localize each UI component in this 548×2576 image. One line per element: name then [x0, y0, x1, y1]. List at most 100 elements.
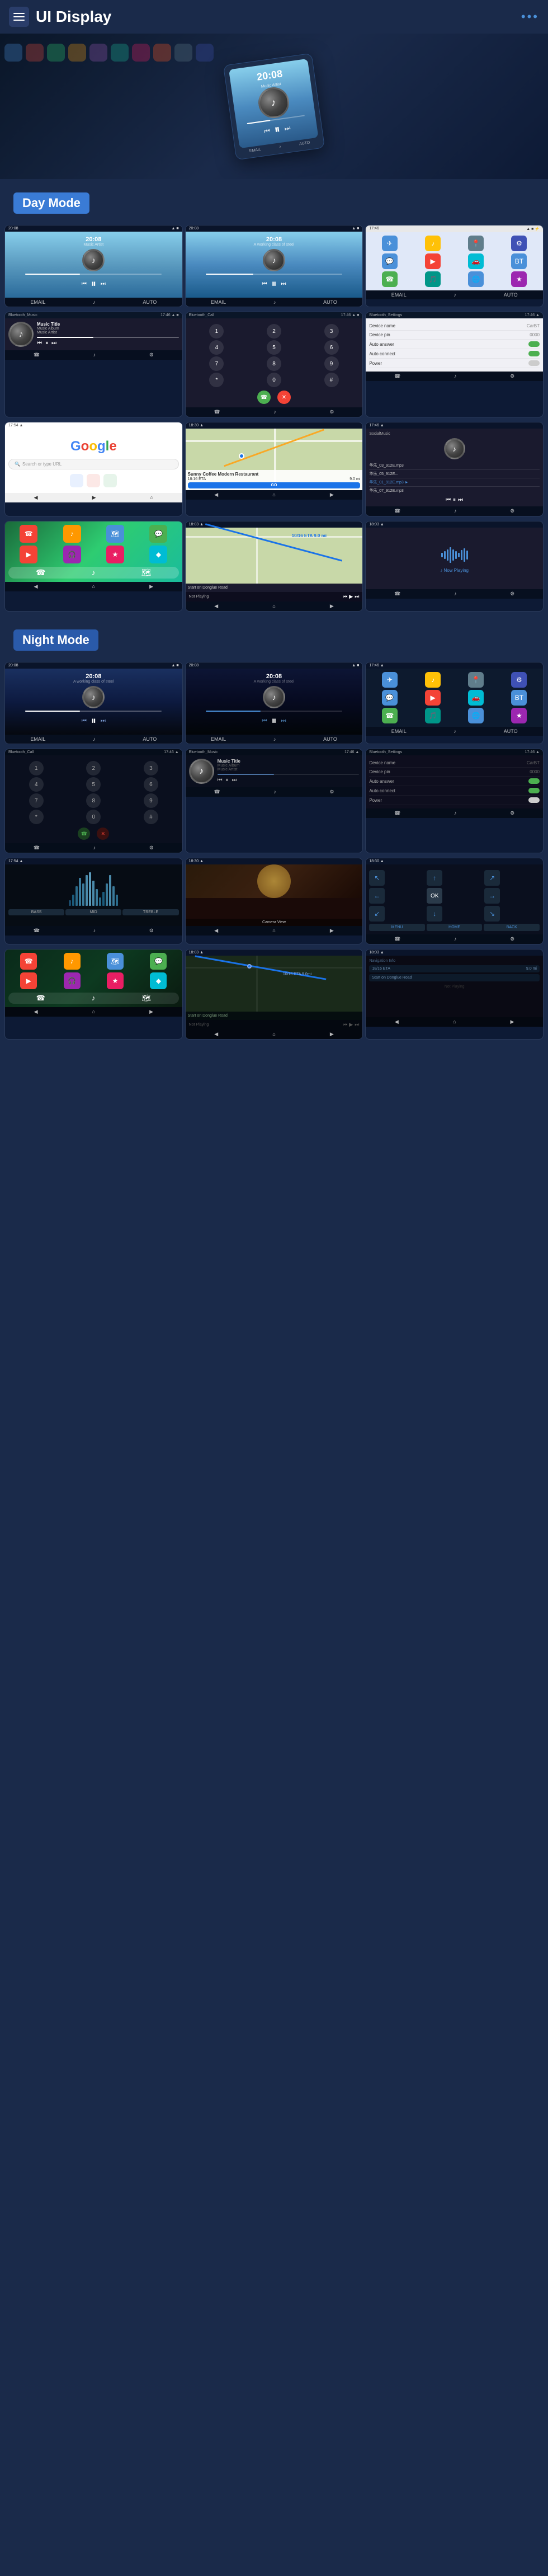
- night-map-play[interactable]: ▶: [349, 1022, 353, 1028]
- func-1[interactable]: MENU: [369, 924, 425, 931]
- night-key-0[interactable]: 0: [86, 810, 101, 824]
- night-call-btn[interactable]: ☎: [78, 828, 90, 840]
- night-key-5[interactable]: 5: [86, 777, 101, 792]
- app-wechat[interactable]: 💬: [382, 253, 398, 269]
- bt-next[interactable]: ⏭: [51, 340, 56, 346]
- night-app-ex[interactable]: ★: [511, 708, 527, 723]
- night-app-tel[interactable]: ✈: [382, 672, 398, 688]
- night-iphone-phone[interactable]: ☎: [20, 953, 37, 970]
- shortcut-2[interactable]: [87, 474, 100, 487]
- power-toggle[interactable]: [528, 360, 540, 366]
- app-browser[interactable]: 🌐: [468, 271, 484, 287]
- key-5[interactable]: 5: [267, 340, 281, 355]
- night-iphone-maps[interactable]: 🗺: [107, 953, 124, 970]
- bt-play[interactable]: ⏸: [45, 340, 48, 346]
- night-app-wechat[interactable]: 💬: [382, 690, 398, 706]
- key-7[interactable]: 7: [209, 356, 224, 371]
- night-dock-maps[interactable]: 🗺: [142, 994, 152, 1003]
- night-iphone-msg[interactable]: 💬: [150, 953, 167, 970]
- app-settings[interactable]: ⚙: [511, 236, 527, 251]
- play-pause[interactable]: ⏸: [453, 497, 456, 503]
- night-app-br[interactable]: 🌐: [468, 708, 484, 723]
- app-bt[interactable]: BT: [511, 253, 527, 269]
- key-3[interactable]: 3: [324, 324, 339, 339]
- night-key-6[interactable]: 6: [144, 777, 158, 792]
- night-dock-music[interactable]: ♪: [92, 994, 96, 1003]
- app-vehicle[interactable]: 🚗: [468, 253, 484, 269]
- nav-center[interactable]: OK: [427, 888, 442, 904]
- nav-up[interactable]: ↑: [427, 870, 442, 886]
- func-2[interactable]: HOME: [427, 924, 483, 931]
- night-iphone-music[interactable]: ♪: [64, 953, 81, 970]
- night-key-1[interactable]: 1: [29, 761, 44, 775]
- bt-prev[interactable]: ⏮: [37, 340, 42, 346]
- night-key-9[interactable]: 9: [144, 793, 158, 808]
- key-star[interactable]: *: [209, 373, 224, 387]
- night-map-next[interactable]: ⏭: [355, 1022, 359, 1028]
- iphone-yt[interactable]: ▶: [20, 546, 37, 563]
- auto-answer-toggle[interactable]: [528, 341, 540, 347]
- func-3[interactable]: BACK: [484, 924, 540, 931]
- nav-down-left[interactable]: ↙: [369, 906, 385, 922]
- nav-down[interactable]: ↓: [427, 906, 442, 922]
- night-bt-prev[interactable]: ⏮: [218, 777, 223, 783]
- iphone-app2[interactable]: ◆: [149, 546, 167, 563]
- night-end-btn[interactable]: ✕: [97, 828, 109, 840]
- route-prev[interactable]: ⏮: [343, 594, 347, 600]
- key-4[interactable]: 4: [209, 340, 224, 355]
- app-extra[interactable]: ★: [511, 271, 527, 287]
- key-9[interactable]: 9: [324, 356, 339, 371]
- menu-button[interactable]: [9, 7, 29, 27]
- key-0[interactable]: 0: [267, 373, 281, 387]
- night-app-maps[interactable]: 📍: [468, 672, 484, 688]
- key-1[interactable]: 1: [209, 324, 224, 339]
- night-key-2[interactable]: 2: [86, 761, 101, 775]
- route-play[interactable]: ▶: [349, 594, 353, 600]
- night-auto-answer-toggle[interactable]: [528, 778, 540, 784]
- end-btn[interactable]: ✕: [277, 391, 291, 404]
- key-6[interactable]: 6: [324, 340, 339, 355]
- google-search-bar[interactable]: 🔍 Search or type URL: [8, 459, 179, 469]
- dock-phone[interactable]: ☎: [36, 568, 45, 577]
- night-app-bt[interactable]: BT: [511, 690, 527, 706]
- iphone-music[interactable]: ♪: [63, 525, 81, 543]
- call-btn[interactable]: ☎: [257, 391, 271, 404]
- shortcut-1[interactable]: [70, 474, 83, 487]
- eq-btn-3[interactable]: TREBLE: [122, 909, 178, 915]
- iphone-maps[interactable]: 🗺: [106, 525, 124, 543]
- app-maps[interactable]: 📍: [468, 236, 484, 251]
- nav-up-left[interactable]: ↖: [369, 870, 385, 886]
- dock-maps[interactable]: 🗺: [141, 568, 152, 577]
- night-app-yt[interactable]: ▶: [425, 690, 441, 706]
- night-map-prev[interactable]: ⏮: [343, 1022, 347, 1028]
- iphone-msg[interactable]: 💬: [149, 525, 167, 543]
- night-iphone-a1[interactable]: ★: [107, 972, 124, 989]
- nav-left[interactable]: ←: [369, 888, 385, 904]
- dock-music[interactable]: ♪: [92, 568, 96, 577]
- nav-right[interactable]: →: [484, 888, 500, 904]
- night-key-star[interactable]: *: [29, 810, 44, 824]
- night-iphone-a2[interactable]: ◆: [150, 972, 167, 989]
- night-bt-next[interactable]: ⏭: [232, 777, 237, 783]
- night-iphone-yt[interactable]: ▶: [20, 972, 37, 989]
- night-power-toggle[interactable]: [528, 797, 540, 803]
- night-key-hash[interactable]: #: [144, 810, 158, 824]
- app-spotify[interactable]: 🎵: [425, 271, 441, 287]
- nav-up-right[interactable]: ↗: [484, 870, 500, 886]
- app-music[interactable]: ♪: [425, 236, 441, 251]
- key-hash[interactable]: #: [324, 373, 339, 387]
- app-telegram[interactable]: ✈: [382, 236, 398, 251]
- night-app-sp[interactable]: 🎵: [425, 708, 441, 723]
- night-app-car[interactable]: 🚗: [468, 690, 484, 706]
- night-app-music[interactable]: ♪: [425, 672, 441, 688]
- play-prev[interactable]: ⏮: [446, 497, 451, 503]
- eq-btn-1[interactable]: BASS: [8, 909, 64, 915]
- app-phone[interactable]: ☎: [382, 271, 398, 287]
- nav-down-right[interactable]: ↘: [484, 906, 500, 922]
- night-bt-play[interactable]: ⏸: [226, 777, 229, 783]
- night-app-set[interactable]: ⚙: [511, 672, 527, 688]
- night-dock-phone[interactable]: ☎: [36, 994, 45, 1003]
- shortcut-3[interactable]: [103, 474, 117, 487]
- go-button[interactable]: GO: [188, 482, 361, 488]
- auto-connect-toggle[interactable]: [528, 351, 540, 356]
